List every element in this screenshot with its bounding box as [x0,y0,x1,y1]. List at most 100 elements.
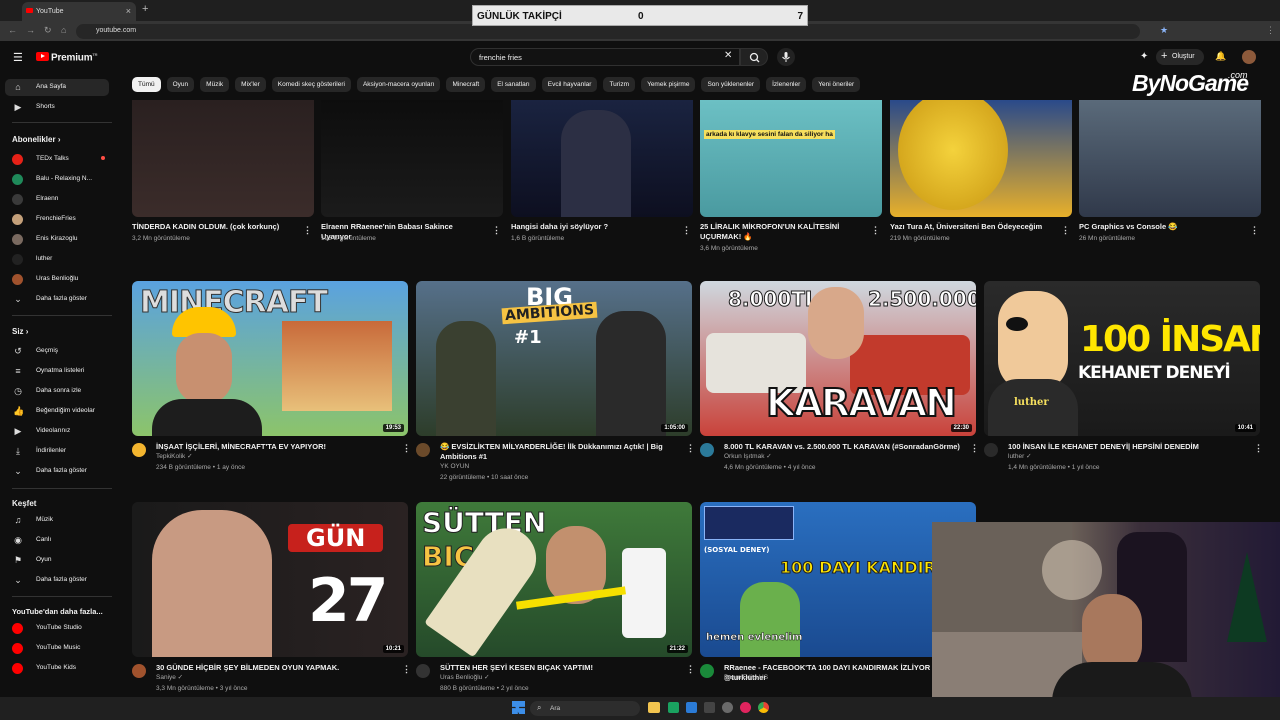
forward-icon[interactable]: → [26,25,35,35]
channel-name[interactable]: Saniye ✓ [156,673,183,683]
tab-close-icon[interactable]: × [126,6,131,16]
video-thumbnail[interactable] [511,100,693,217]
video-thumbnail[interactable]: GÜN 27 10:21 [132,502,408,657]
create-button[interactable]: + Oluştur [1156,49,1204,65]
sidebar-item-explore[interactable]: ⚑ Oyun [5,552,109,569]
app-icon[interactable] [740,702,751,713]
chip-filter[interactable]: Müzik [200,77,230,92]
video-thumbnail[interactable] [1079,100,1261,217]
more-options-icon[interactable]: ⋮ [686,444,695,453]
channel-name[interactable]: Baem Edits US [724,673,768,683]
subscriptions-show-more[interactable]: ⌄ Daha fazla göster [5,291,109,308]
sidebar-item-subscription[interactable]: Uras Benlioğlu [5,271,109,288]
sidebar-item-home[interactable]: ⌂ Ana Sayfa [5,79,109,96]
taskbar-search[interactable]: ⌕ Ara [530,701,640,716]
sidebar-item-you[interactable]: ≡ Oynatma listeleri [5,363,109,380]
sidebar-item-subscription[interactable]: Enis Kirazoglu [5,231,109,248]
app-icon[interactable] [704,702,715,713]
cast-icon[interactable]: ✦ [1140,51,1148,62]
channel-avatar[interactable] [132,443,146,457]
chip-filter[interactable]: Oyun [166,77,195,92]
more-options-icon[interactable]: ⋮ [682,226,691,235]
app-icon[interactable] [722,702,733,713]
video-title[interactable]: 😂 EVSİZLİKTEN MİLYARDERLİĞE! İlk Dükkanı… [440,442,684,462]
chip-filter[interactable]: El sanatları [491,77,536,92]
video-title[interactable]: İNŞAAT İŞÇİLERİ, MİNECRAFT'TA EV YAPIYOR… [156,442,400,452]
sidebar-item-subscription[interactable]: Balu - Relaxing N... [5,171,109,188]
more-options-icon[interactable]: ⋮ [303,226,312,235]
chip-filter[interactable]: Aksiyon-macera oyunları [356,77,441,92]
chip-filter[interactable]: Yeni öneriler [812,77,861,92]
video-thumbnail[interactable]: luther 100 İNSAN KEHANET DENEYİ 10:41 [984,281,1260,436]
video-title[interactable]: 30 GÜNDE HİÇBİR ŞEY BİLMEDEN OYUN YAPMAK… [156,663,400,673]
sidebar-item-more[interactable]: YouTube Music [5,640,109,657]
file-explorer-icon[interactable] [648,702,660,713]
search-button[interactable] [740,48,768,66]
more-options-icon[interactable]: ⋮ [402,665,411,674]
sidebar-item-explore[interactable]: ◉ Canlı [5,532,109,549]
channel-avatar[interactable] [700,664,714,678]
more-options-icon[interactable]: ⋮ [871,226,880,235]
chip-filter[interactable]: Son yüklenenler [701,77,761,92]
search-clear-icon[interactable]: ✕ [724,50,732,61]
video-title[interactable]: 100 İNSAN İLE KEHANET DENEYİ| HEPSİNİ DE… [1008,442,1252,452]
chip-filter[interactable]: İzlenenler [766,77,807,92]
subscriptions-header[interactable]: Abonelikler › [12,135,60,144]
sidebar-item-you[interactable]: ⤓ İndirilenler [5,443,109,460]
channel-avatar[interactable] [984,443,998,457]
home-icon[interactable]: ⌂ [61,25,66,35]
video-title[interactable]: PC Graphics vs Console 😂 [1079,222,1239,232]
chip-filter[interactable]: Mix'ler [235,77,266,92]
sidebar-item-you[interactable]: 👍 Beğendiğim videolar [5,403,109,420]
youtube-logo[interactable]: PremiumTR [36,52,98,63]
chrome-icon[interactable] [758,702,769,713]
notifications-bell-icon[interactable]: 🔔 [1215,51,1226,62]
video-title[interactable]: TİNDERDA KADIN OLDUM. (çok korkunç) [132,222,292,232]
reload-icon[interactable]: ↻ [44,25,52,36]
chip-filter[interactable]: Evcil hayvanlar [541,77,598,92]
new-tab-icon[interactable]: + [142,3,148,15]
video-thumbnail[interactable] [890,100,1072,217]
hamburger-menu-icon[interactable]: ☰ [13,51,23,64]
channel-name[interactable]: Uras Benlioğlu ✓ [440,673,490,683]
voice-search-button[interactable] [777,48,795,66]
address-bar[interactable]: youtube.com [76,24,1140,39]
video-thumbnail[interactable]: BIG AMBITIONS #1 1:05:00 [416,281,692,436]
you-show-more[interactable]: ⌄ Daha fazla göster [5,463,109,480]
sidebar-item-more[interactable]: YouTube Kids [5,660,109,677]
video-thumbnail[interactable]: 8.000TL 2.500.000TL KARAVAN22:30 [700,281,976,436]
video-title[interactable]: SÜTTEN HER ŞEYİ KESEN BIÇAK YAPTIM! [440,663,684,673]
video-title[interactable]: Hangisi daha iyi söylüyor ? [511,222,671,232]
channel-name[interactable]: YK OYUN [440,462,469,472]
back-icon[interactable]: ← [8,25,17,35]
channel-name[interactable]: TepkiKolik ✓ [156,452,193,462]
sidebar-item-subscription[interactable]: FrenchieFries [5,211,109,228]
sidebar-item-subscription[interactable]: Elraenn [5,191,109,208]
channel-avatar[interactable] [700,443,714,457]
you-header[interactable]: Siz › [12,327,28,336]
app-icon[interactable] [668,702,679,713]
search-input[interactable]: frenchie fries [470,48,740,66]
channel-avatar[interactable] [132,664,146,678]
channel-avatar[interactable] [416,664,430,678]
chip-filter[interactable]: Turizm [603,77,636,92]
sidebar-item-you[interactable]: ◷ Daha sonra izle [5,383,109,400]
chip-filter[interactable]: Minecraft [446,77,486,92]
chip-filter[interactable]: Tümü [132,77,161,92]
explore-show-more[interactable]: ⌄ Daha fazla göster [5,572,109,589]
more-options-icon[interactable]: ⋮ [402,444,411,453]
more-options-icon[interactable]: ⋮ [1250,226,1259,235]
more-options-icon[interactable]: ⋮ [686,665,695,674]
video-thumbnail[interactable] [132,100,314,217]
channel-avatar[interactable] [416,443,430,457]
chip-filter[interactable]: Komedi skeç gösterileri [271,77,351,92]
sidebar-item-more[interactable]: YouTube Studio [5,620,109,637]
video-thumbnail[interactable]: MINECRAFT 19:53 [132,281,408,436]
more-options-icon[interactable]: ⋮ [1254,444,1263,453]
bookmark-star-icon[interactable]: ★ [1160,25,1168,36]
sidebar-item-you[interactable]: ▶ Videolarınız [5,423,109,440]
windows-start-icon[interactable] [512,701,525,714]
video-title[interactable]: Yazı Tura At, Üniversiteni Ben Ödeyeceği… [890,222,1050,232]
more-options-icon[interactable]: ⋮ [492,226,501,235]
video-title[interactable]: 8.000 TL KARAVAN vs. 2.500.000 TL KARAVA… [724,442,968,452]
